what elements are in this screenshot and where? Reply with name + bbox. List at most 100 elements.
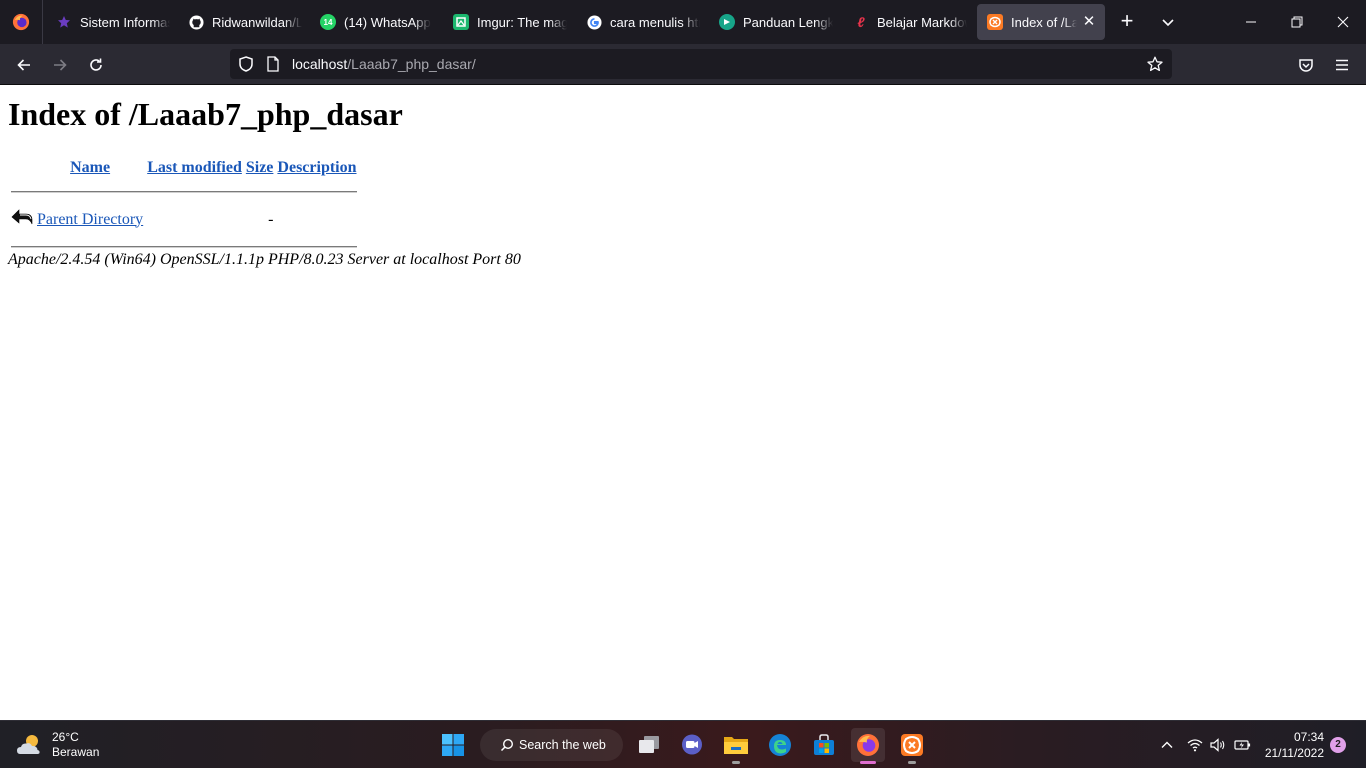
- active-app-indicator: [860, 761, 876, 764]
- pocket-button[interactable]: [1291, 50, 1321, 80]
- sort-by-name-link[interactable]: Name: [70, 159, 110, 176]
- sort-by-size-link[interactable]: Size: [246, 159, 274, 176]
- bookmark-star-icon[interactable]: [1147, 56, 1163, 72]
- markdown-logo-icon: ℓ: [857, 14, 865, 30]
- size-column-header: Size: [245, 158, 275, 178]
- close-tab-icon[interactable]: ✕: [1081, 14, 1097, 30]
- weather-temp: 26°C: [52, 730, 79, 744]
- separator-row: [10, 180, 358, 204]
- directory-listing-table: Name Last modified Size Description Pare…: [8, 156, 360, 261]
- arrow-right-icon: [54, 59, 67, 71]
- page-content: Index of /Laaab7_php_dasar Name Last mod…: [0, 86, 1366, 720]
- chevron-up-icon: [1161, 741, 1173, 748]
- reload-button[interactable]: [81, 50, 111, 80]
- parent-directory-link[interactable]: Parent Directory: [37, 211, 143, 228]
- icon-column-header: [10, 158, 34, 178]
- clock-date: 21/11/2022: [1264, 746, 1324, 760]
- chat-icon: [682, 734, 702, 755]
- xampp-icon: [987, 14, 1003, 30]
- tab-title: Sistem Informasi: [80, 14, 170, 30]
- tab-panduan[interactable]: Panduan Lengkap: [709, 4, 833, 40]
- address-bar[interactable]: localhost/Laaab7_php_dasar/: [230, 49, 1172, 79]
- github-icon: [188, 14, 204, 30]
- tab-whatsapp[interactable]: 14 (14) WhatsApp: [310, 4, 434, 40]
- file-explorer-button[interactable]: [719, 728, 753, 764]
- table-row: Parent Directory -: [10, 206, 358, 233]
- task-view-button[interactable]: [632, 728, 666, 762]
- tab-separator: [42, 0, 43, 44]
- tab-title: (14) WhatsApp: [344, 14, 431, 30]
- task-view-icon: [639, 736, 659, 753]
- tab-github[interactable]: Ridwanwildan/La: [178, 4, 302, 40]
- firefox-view-button[interactable]: [0, 0, 42, 44]
- app-menu-button[interactable]: [1327, 50, 1357, 80]
- page-title: Index of /Laaab7_php_dasar: [8, 96, 403, 132]
- wifi-icon: [1187, 739, 1203, 752]
- page-info-icon[interactable]: [265, 56, 281, 72]
- search-icon: [500, 738, 514, 752]
- tab-sistem-informasi[interactable]: Sistem Informasi: [46, 4, 170, 40]
- minimize-button[interactable]: [1228, 0, 1274, 44]
- show-hidden-icons-button[interactable]: [1156, 733, 1178, 757]
- pocket-icon: [1299, 59, 1313, 72]
- restore-button[interactable]: [1274, 0, 1320, 44]
- url-text[interactable]: localhost/Laaab7_php_dasar/: [292, 56, 476, 72]
- forward-button[interactable]: [45, 50, 75, 80]
- battery-charging-icon: [1234, 740, 1251, 750]
- windows-logo-icon: [442, 734, 464, 756]
- running-indicator: [908, 761, 916, 764]
- microsoft-store-button[interactable]: [807, 728, 841, 762]
- battery-button[interactable]: [1232, 733, 1254, 757]
- notification-badge[interactable]: 2: [1330, 737, 1346, 753]
- firefox-taskbar-button[interactable]: [851, 728, 885, 764]
- url-path: /Laaab7_php_dasar/: [347, 56, 476, 72]
- tab-title: Index of /Laaab7: [1011, 14, 1077, 30]
- sort-by-description-link[interactable]: Description: [277, 159, 356, 176]
- row-last-modified-cell: [146, 206, 243, 233]
- whatsapp-icon: 14: [320, 14, 336, 30]
- tracking-protection-shield-icon[interactable]: [238, 56, 254, 72]
- description-column-header: Description: [276, 158, 357, 178]
- clock-time: 07:34: [1293, 730, 1324, 744]
- last-modified-column-header: Last modified: [146, 158, 243, 178]
- back-button[interactable]: [9, 50, 39, 80]
- start-button[interactable]: [436, 728, 470, 762]
- imgur-icon: [453, 14, 469, 30]
- tab-title: Belajar Markdown: [877, 14, 967, 30]
- tab-index-of[interactable]: Index of /Laaab7 ✕: [977, 4, 1105, 40]
- search-label: Search the web: [519, 738, 606, 752]
- server-signature: Apache/2.4.54 (Win64) OpenSSL/1.1.1p PHP…: [8, 251, 521, 268]
- chevron-down-icon: [1162, 19, 1174, 27]
- star-logo-icon: [56, 14, 72, 30]
- teams-chat-button[interactable]: [675, 728, 709, 762]
- weather-widget[interactable]: 26°C Berawan: [16, 729, 99, 761]
- new-tab-button[interactable]: +: [1113, 8, 1141, 36]
- tab-title: Ridwanwildan/La: [212, 14, 302, 30]
- tab-belajar-markdown[interactable]: ℓ Belajar Markdown: [843, 4, 967, 40]
- edge-button[interactable]: [763, 728, 797, 762]
- clock[interactable]: 07:34 21/11/2022: [1262, 729, 1324, 761]
- weather-condition: Berawan: [52, 745, 100, 759]
- volume-button[interactable]: [1207, 733, 1229, 757]
- xampp-taskbar-button[interactable]: [895, 728, 929, 764]
- sort-by-last-modified-link[interactable]: Last modified: [147, 159, 242, 176]
- partly-cloudy-icon: [17, 735, 40, 754]
- firefox-logo-icon: [12, 13, 30, 31]
- close-icon: [1337, 16, 1349, 28]
- panduan-logo-icon: [719, 14, 735, 30]
- tab-title: Imgur: The magic: [477, 14, 567, 30]
- back-arrow-icon: [11, 209, 33, 225]
- taskbar-search[interactable]: Search the web: [480, 729, 623, 761]
- google-icon: [586, 14, 602, 30]
- row-name-cell: Parent Directory: [36, 206, 144, 233]
- restore-icon: [1291, 16, 1303, 28]
- minimize-icon: [1246, 21, 1256, 23]
- close-window-button[interactable]: [1320, 0, 1366, 44]
- network-button[interactable]: [1184, 733, 1206, 757]
- tab-imgur[interactable]: Imgur: The magic: [443, 4, 567, 40]
- list-all-tabs-button[interactable]: [1154, 8, 1182, 36]
- tab-strip: Sistem Informasi Ridwanwildan/La 14 (14)…: [0, 0, 1366, 44]
- divider: [11, 246, 357, 248]
- table-header-row: Name Last modified Size Description: [10, 158, 358, 178]
- tab-google-search[interactable]: cara menulis htm: [576, 4, 700, 40]
